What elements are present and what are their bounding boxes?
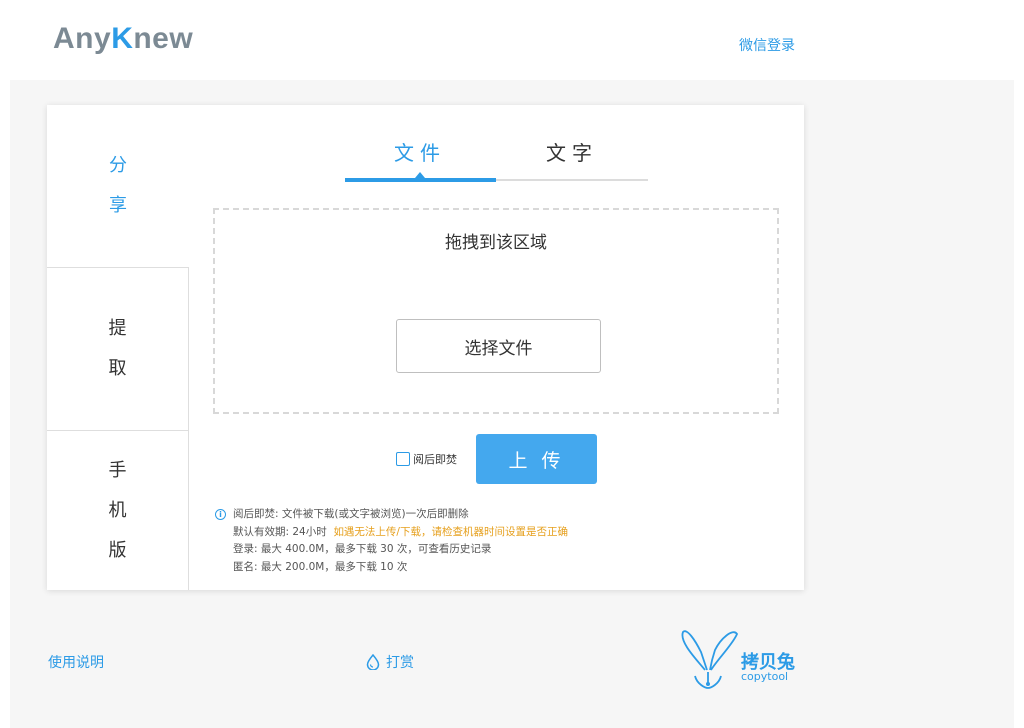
upload-button[interactable]: 上 传 [476,434,597,484]
tab-active-indicator [345,178,496,182]
choose-file-button[interactable]: 选择文件 [396,319,601,373]
logo-text-any: Any [53,22,112,55]
wechat-login-link[interactable]: 微信登录 [739,35,795,55]
burn-after-reading-label: 阅后即焚 [413,453,457,466]
content-tabs: 文件 文字 [345,137,648,182]
info-notes: i 阅后即焚: 文件被下载(或文字被浏览)一次后即删除 默认有效期: 24小时 … [215,506,568,576]
file-dropzone[interactable]: 拖拽到该区域 选择文件 [213,208,779,414]
info-line-anon: 匿名: 最大 200.0M，最多下载 10 次 [233,560,408,573]
header: AnyKnew 微信登录 [0,0,1024,80]
copytool-brand: 拷贝兔 copytool [677,626,807,692]
app-logo[interactable]: AnyKnew [53,22,193,56]
tip-label: 打赏 [386,655,414,671]
info-icon: i [215,509,226,520]
tab-file[interactable]: 文件 [345,137,495,166]
drop-hint: 拖拽到该区域 [445,233,547,253]
tab-text[interactable]: 文字 [497,137,647,166]
time-warning: 如遇无法上传/下载，请检查机器时间设置是否正确 [333,525,568,538]
burn-after-reading-checkbox[interactable] [396,452,410,466]
info-line-validity: 默认有效期: 24小时 如遇无法上传/下载，请检查机器时间设置是否正确 [233,525,568,538]
info-line-login: 登录: 最大 400.0M，最多下载 30 次，可查看历史记录 [233,543,492,555]
rabbit-logo-icon [681,630,739,689]
sidebar-item-mobile[interactable]: 手 机 版 [47,430,189,590]
sidebar-item-label: 提 取 [108,318,127,379]
sidebar-item-label: 手 机 版 [108,459,127,561]
brand-subtitle: copytool [741,670,789,683]
sidebar-item-share[interactable]: 分 享 [47,105,189,267]
info-line-burn: 阅后即焚: 文件被下载(或文字被浏览)一次后即删除 [233,508,469,520]
tab-caret-icon [415,172,425,178]
burn-after-reading-option[interactable]: 阅后即焚 [396,451,457,467]
sidebar-item-fetch[interactable]: 提 取 [47,267,189,430]
logo-text-k: K [111,22,134,55]
main-card: 分 享 提 取 手 机 版 文件 文字 拖拽到该区域 选择文件 阅后即焚 上 传 [47,105,804,590]
tip-link[interactable]: 打赏 [366,652,414,672]
sidebar-item-label: 分 享 [109,155,127,216]
logo-text-new: new [133,22,194,55]
help-link[interactable]: 使用说明 [48,652,104,672]
drop-icon [366,654,380,670]
